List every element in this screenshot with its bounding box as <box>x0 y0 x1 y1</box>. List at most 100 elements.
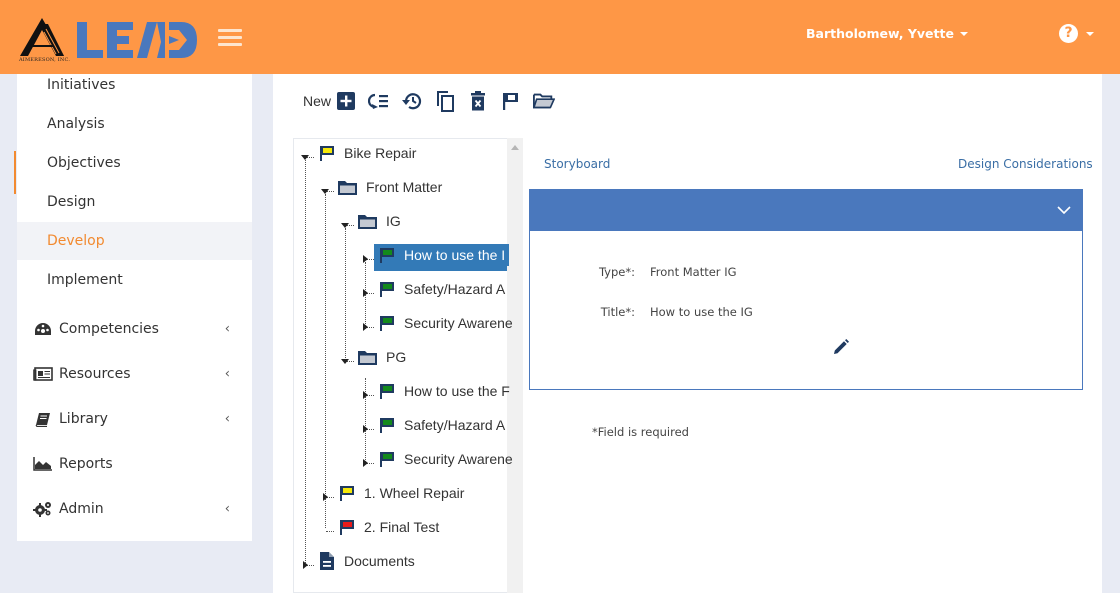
tree-node-bike-repair[interactable]: Bike Repair <box>318 141 420 165</box>
sidebar-item-analysis[interactable]: Analysis <box>17 105 252 143</box>
tree-node-ig[interactable]: IG <box>357 209 405 233</box>
copy-button[interactable] <box>434 90 456 112</box>
lead-logo[interactable] <box>77 20 199 60</box>
add-icon <box>337 92 356 110</box>
caret-down-icon <box>959 31 968 36</box>
expand-toggle[interactable] <box>363 289 368 297</box>
tree-node-label: Front Matter <box>366 179 443 195</box>
tree-node-safety-hazard-pg[interactable]: Safety/Hazard A <box>378 413 509 437</box>
sidebar-item-objectives[interactable]: Objectives <box>17 144 252 182</box>
tree-scrollbar[interactable] <box>507 138 523 593</box>
tree-node-label: Safety/Hazard A <box>404 417 506 433</box>
collapse-toggle[interactable] <box>301 155 309 160</box>
flag-icon <box>503 93 519 110</box>
tree-node-label: Safety/Hazard A <box>404 281 506 297</box>
sidebar-item-library[interactable]: Library ‹ <box>17 400 252 438</box>
flag-green-icon <box>380 282 394 297</box>
tree-connector <box>325 194 326 528</box>
flag-yellow-icon <box>340 486 354 501</box>
chevron-left-icon: ‹ <box>224 501 230 517</box>
sidebar-item-resources[interactable]: Resources ‹ <box>17 355 252 393</box>
reorder-icon <box>368 93 389 109</box>
scroll-up-arrow-icon[interactable] <box>511 145 519 150</box>
tree-node-label: 1. Wheel Repair <box>364 485 465 501</box>
tree-node-label: 2. Final Test <box>364 519 440 535</box>
tree-node-label: PG <box>386 349 407 365</box>
chevron-left-icon: ‹ <box>224 411 230 427</box>
menu-toggle-button[interactable] <box>218 29 242 47</box>
tree-node-front-matter[interactable]: Front Matter <box>337 175 446 199</box>
expand-toggle[interactable] <box>363 425 368 433</box>
delete-button[interactable] <box>467 90 489 112</box>
user-menu-dropdown[interactable]: Bartholomew, Yvette <box>806 26 968 41</box>
newspaper-icon <box>33 366 53 382</box>
top-navbar: AIMERESON, INC. Bartholomew, Yvette ? <box>0 0 1120 74</box>
required-field-note: *Field is required <box>592 425 689 439</box>
storyboard-link[interactable]: Storyboard <box>544 157 610 171</box>
expand-toggle[interactable] <box>363 323 368 331</box>
tree-node-wheel-repair[interactable]: 1. Wheel Repair <box>338 481 468 505</box>
document-icon <box>320 552 334 570</box>
sidebar-item-label: Initiatives <box>47 77 116 93</box>
detail-panel: Type*: Front Matter IG Title*: How to us… <box>529 189 1083 390</box>
flag-green-icon <box>380 384 394 399</box>
sidebar-item-label: Library <box>59 411 108 427</box>
collapse-toggle[interactable] <box>321 189 329 194</box>
add-button[interactable] <box>335 90 357 112</box>
new-label: New <box>303 93 332 109</box>
expand-toggle[interactable] <box>323 493 328 501</box>
area-chart-icon <box>33 456 53 472</box>
caret-down-icon <box>1086 31 1094 36</box>
help-menu-dropdown[interactable]: ? <box>1059 24 1094 43</box>
tree-connector <box>326 531 334 532</box>
pencil-icon[interactable] <box>832 338 850 356</box>
expand-toggle[interactable] <box>363 459 368 467</box>
history-button[interactable] <box>401 90 423 112</box>
tree-toolbar: New <box>303 88 566 114</box>
chevron-down-icon[interactable] <box>1056 202 1072 218</box>
tree-node-label: Security Awarene <box>404 451 513 467</box>
flag-button[interactable] <box>500 90 522 112</box>
panel-header[interactable] <box>530 190 1082 231</box>
open-folder-button[interactable] <box>533 90 556 112</box>
tree-node-pg[interactable]: PG <box>357 345 410 369</box>
tree-node-label: IG <box>386 213 401 229</box>
sidebar-item-admin[interactable]: Admin ‹ <box>17 490 252 528</box>
sidebar-item-competencies[interactable]: Competencies ‹ <box>17 310 252 348</box>
expand-toggle[interactable] <box>363 391 368 399</box>
type-label: Type*: <box>598 265 635 279</box>
expand-toggle[interactable] <box>363 255 368 263</box>
tree-node-documents[interactable]: Documents <box>318 549 419 573</box>
sidebar-item-label: Design <box>47 194 96 210</box>
sidebar-item-design[interactable]: Design <box>17 183 252 221</box>
flag-green-icon <box>380 316 394 331</box>
tree-node-final-test[interactable]: 2. Final Test <box>338 515 443 539</box>
collapse-toggle[interactable] <box>341 359 349 364</box>
company-caption: AIMERESON, INC. <box>19 57 71 63</box>
tree-node-label: Documents <box>344 553 415 569</box>
book-icon <box>33 411 53 427</box>
tree-node-how-to-use-pg[interactable]: How to use the F <box>378 379 514 403</box>
tree-node-safety-hazard-ig[interactable]: Safety/Hazard A <box>378 277 509 301</box>
tree-node-label: How to use the I <box>400 244 510 266</box>
sidebar-item-implement[interactable]: Implement <box>17 261 252 299</box>
chevron-left-icon: ‹ <box>224 321 230 337</box>
sidebar-item-reports[interactable]: Reports <box>17 445 252 483</box>
user-name: Bartholomew, Yvette <box>806 26 954 41</box>
copy-icon <box>437 91 455 112</box>
sidebar-item-develop[interactable]: Develop <box>17 222 252 260</box>
folder-icon <box>358 350 377 365</box>
type-value: Front Matter IG <box>650 265 737 279</box>
chevron-left-icon: ‹ <box>224 366 230 382</box>
tree-node-how-to-use-ig[interactable]: How to use the I <box>378 243 510 267</box>
flag-yellow-icon <box>320 146 334 161</box>
tree-node-security-awareness-ig[interactable]: Security Awarene <box>378 311 517 335</box>
flag-green-icon <box>380 418 394 433</box>
tree-node-security-awareness-pg[interactable]: Security Awarene <box>378 447 517 471</box>
reorder-button[interactable] <box>368 90 390 112</box>
collapse-toggle[interactable] <box>341 223 349 228</box>
sidebar-item-label: Reports <box>59 456 113 472</box>
design-considerations-link[interactable]: Design Considerations <box>958 157 1093 171</box>
sidebar-item-initiatives[interactable]: Initiatives <box>17 66 252 104</box>
expand-toggle[interactable] <box>303 561 308 569</box>
